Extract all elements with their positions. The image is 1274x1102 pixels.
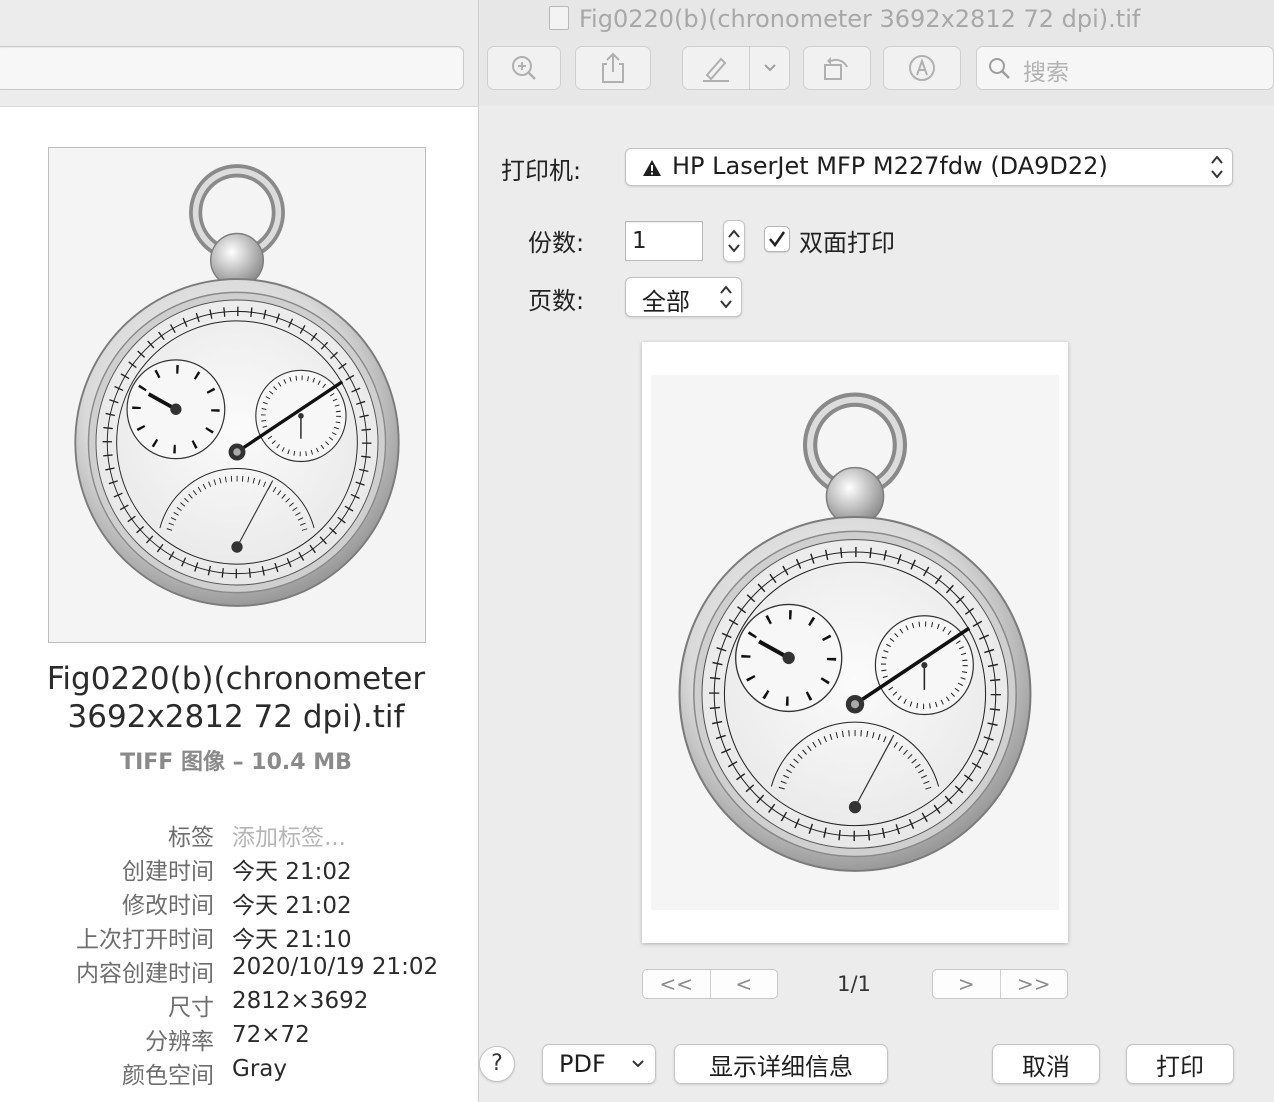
meta-key: 颜色空间 — [122, 1063, 214, 1089]
pages-value: 全部 — [642, 288, 690, 316]
meta-key: 标签 — [168, 825, 214, 851]
meta-key: 分辨率 — [145, 1029, 214, 1055]
copies-value: 1 — [632, 228, 647, 254]
print-sheet: 打印机: HP LaserJet MFP M227fdw (DA9D22) 份数… — [479, 106, 1274, 1102]
rotate-button[interactable] — [803, 46, 871, 90]
preview-image — [651, 375, 1059, 910]
annotate-icon — [909, 55, 935, 81]
next-page-button[interactable]: > — [933, 970, 1000, 998]
updown-chevron-icon — [720, 285, 732, 309]
first-page-button[interactable]: << — [643, 970, 710, 998]
show-details-button[interactable]: 显示详细信息 — [674, 1044, 888, 1084]
file-kind: TIFF 图像 – 10.4 MB — [120, 750, 352, 775]
pdf-menu-button[interactable]: PDF — [542, 1044, 656, 1084]
help-button[interactable]: ? — [479, 1046, 515, 1082]
page-indicator: 1/1 — [837, 972, 871, 996]
pages-popup[interactable]: 全部 — [625, 277, 742, 317]
window-title: Fig0220(b)(chronometer 3692x2812 72 dpi)… — [549, 5, 1140, 33]
meta-key: 尺寸 — [168, 995, 214, 1021]
meta-value: 今天 21:02 — [232, 893, 352, 919]
share-icon — [602, 52, 624, 83]
meta-key: 创建时间 — [122, 859, 214, 885]
meta-row-resolution: 分辨率 72×72 — [0, 1022, 478, 1056]
copies-input[interactable]: 1 — [625, 221, 703, 261]
meta-value: 2812×3692 — [232, 988, 369, 1014]
meta-row-last-opened: 上次打开时间 今天 21:10 — [0, 920, 478, 954]
pager-forward-group: > >> — [932, 969, 1068, 999]
meta-value: 今天 21:02 — [232, 859, 352, 885]
chronometer-image — [651, 375, 1059, 910]
meta-value: 2020/10/19 21:02 — [232, 954, 439, 980]
preview-window: Fig0220(b)(chronometer 3692x2812 72 dpi)… — [478, 0, 1274, 1102]
previous-page-button[interactable]: < — [709, 970, 778, 998]
markup-pen-icon — [703, 57, 729, 82]
markup-button[interactable] — [682, 46, 790, 90]
chevron-down-icon — [763, 64, 776, 72]
pager-back-group: << < — [642, 969, 778, 999]
chevron-down-icon — [632, 1060, 644, 1068]
window-titlebar: Fig0220(b)(chronometer 3692x2812 72 dpi)… — [479, 0, 1274, 107]
copies-label: 份数: — [528, 229, 585, 257]
zoom-in-icon — [512, 56, 536, 80]
search-icon — [989, 58, 1010, 79]
meta-row-created: 创建时间 今天 21:02 — [0, 852, 478, 886]
meta-key: 内容创建时间 — [76, 961, 214, 987]
last-page-button[interactable]: >> — [999, 970, 1068, 998]
printer-popup[interactable]: HP LaserJet MFP M227fdw (DA9D22) — [625, 148, 1233, 186]
add-tags-field[interactable]: 添加标签... — [232, 818, 346, 852]
finder-toolbar — [0, 0, 478, 107]
pages-label: 页数: — [528, 287, 585, 315]
duplex-checkbox[interactable] — [764, 226, 790, 252]
document-icon — [549, 6, 569, 30]
finder-path-field[interactable] — [0, 46, 464, 90]
pdf-label: PDF — [559, 1050, 606, 1078]
meta-key: 修改时间 — [122, 893, 214, 919]
file-name: Fig0220(b)(chronometer 3692x2812 72 dpi)… — [46, 661, 426, 735]
meta-row-dimensions: 尺寸 2812×3692 — [0, 988, 478, 1022]
printer-value: HP LaserJet MFP M227fdw (DA9D22) — [672, 152, 1108, 180]
copies-stepper[interactable] — [723, 220, 745, 262]
meta-row-tags: 标签 添加标签... — [0, 818, 478, 852]
finder-info-pane: Fig0220(b)(chronometer 3692x2812 72 dpi)… — [0, 0, 478, 1102]
search-placeholder: 搜索 — [1023, 60, 1069, 86]
meta-row-color-space: 颜色空间 Gray — [0, 1056, 478, 1090]
meta-value: 今天 21:10 — [232, 927, 352, 953]
checkmark-icon — [769, 231, 786, 248]
warning-icon — [643, 160, 661, 176]
annotate-button[interactable] — [883, 46, 961, 90]
zoom-in-button[interactable] — [487, 46, 561, 90]
chronometer-image — [49, 148, 425, 642]
meta-key: 上次打开时间 — [76, 927, 214, 953]
meta-row-content-created: 内容创建时间 2020/10/19 21:02 — [0, 954, 478, 988]
stepper-arrows-icon — [728, 229, 740, 253]
share-button[interactable] — [575, 46, 651, 90]
window-title-text: Fig0220(b)(chronometer 3692x2812 72 dpi)… — [579, 5, 1141, 33]
meta-row-modified: 修改时间 今天 21:02 — [0, 886, 478, 920]
file-thumbnail — [48, 147, 426, 643]
printer-label: 打印机: — [501, 157, 582, 185]
cancel-button[interactable]: 取消 — [992, 1044, 1100, 1084]
rotate-icon — [824, 57, 848, 80]
meta-value: Gray — [232, 1056, 287, 1082]
updown-chevron-icon — [1211, 155, 1223, 179]
duplex-label[interactable]: 双面打印 — [799, 223, 895, 258]
print-preview-page — [642, 342, 1068, 943]
search-field[interactable]: 搜索 — [976, 46, 1274, 90]
print-button[interactable]: 打印 — [1126, 1044, 1234, 1084]
meta-value: 72×72 — [232, 1022, 310, 1048]
